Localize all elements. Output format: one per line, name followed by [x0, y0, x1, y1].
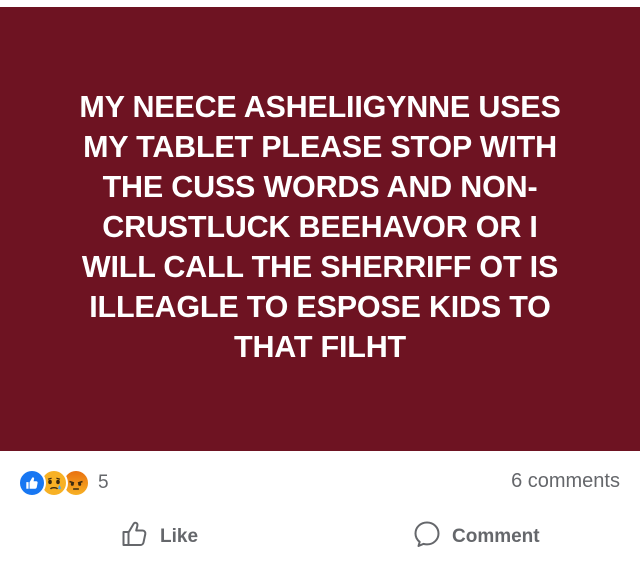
post-stats-bar: 5 6 comments [0, 451, 640, 513]
post-action-bar: Like Comment [0, 513, 640, 561]
comment-button-label: Comment [452, 526, 540, 547]
comment-bubble-icon [412, 519, 452, 555]
thumbs-up-icon [120, 519, 160, 555]
like-reaction-icon [18, 469, 46, 497]
like-button[interactable]: Like [120, 521, 198, 553]
reactions-summary[interactable]: 5 [18, 469, 109, 497]
post-text-line: CRUSTLUCK BEEHAVOR OR I [102, 210, 538, 244]
facebook-post: MY NEECE ASHELIIGYNNE USES MY TABLET PLE… [0, 0, 640, 568]
post-text-line: MY TABLET PLEASE STOP WITH [83, 130, 557, 164]
post-background: MY NEECE ASHELIIGYNNE USES MY TABLET PLE… [0, 7, 640, 451]
post-text-line: ILLEAGLE TO ESPOSE KIDS TO [89, 290, 551, 324]
post-text-line: THAT FILHT [234, 330, 406, 364]
post-text-line: THE CUSS WORDS AND NON- [102, 170, 538, 204]
reaction-count: 5 [98, 472, 109, 493]
post-text: MY NEECE ASHELIIGYNNE USES MY TABLET PLE… [50, 87, 590, 367]
like-button-label: Like [160, 526, 199, 547]
post-text-line: WILL CALL THE SHERRIFF OT IS [81, 250, 559, 284]
comment-button[interactable]: Comment [412, 521, 540, 553]
comments-count-link[interactable]: 6 comments [511, 470, 620, 493]
post-text-line: MY NEECE ASHELIIGYNNE USES [79, 90, 561, 124]
